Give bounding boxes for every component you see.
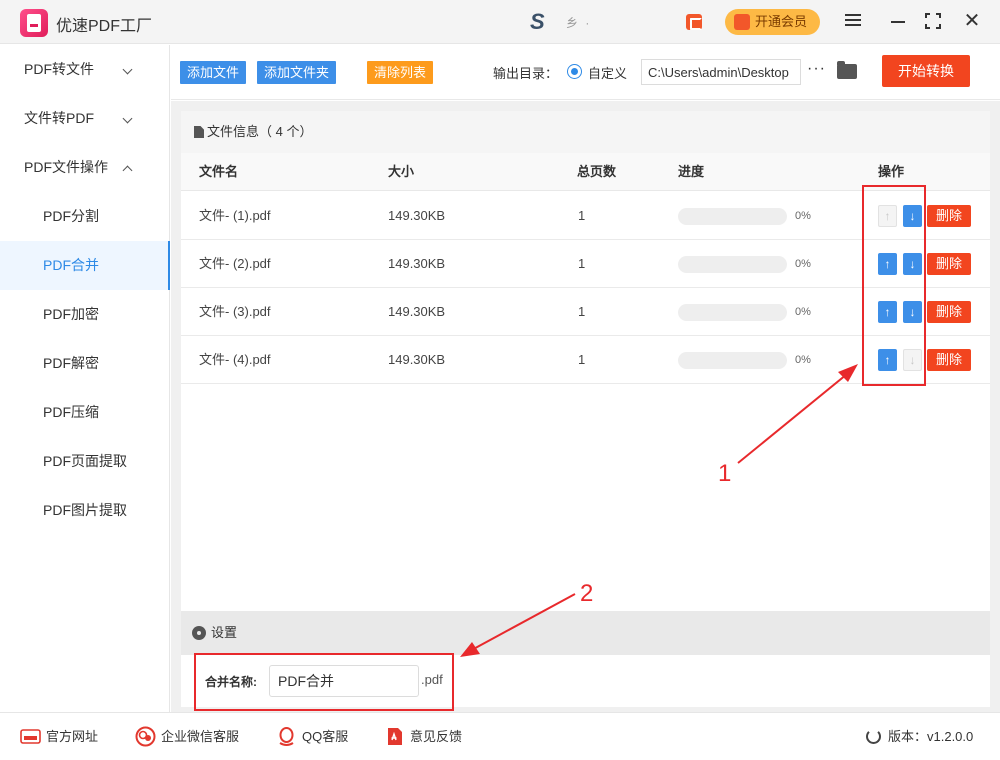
website-icon [20,729,41,744]
column-header-name: 文件名 [199,164,239,179]
file-size: 149.30KB [388,208,446,223]
column-header-pages: 总页数 [577,164,617,179]
vip-button-label: 开通会员 [755,14,808,29]
qq-icon [279,727,294,746]
footer-link-label: QQ客服 [302,729,349,744]
sidebar-group-pdf-operations[interactable]: PDF文件操作 [0,143,170,192]
sidebar-item-pdf-split[interactable]: PDF分割 [0,192,170,241]
file-size: 149.30KB [388,256,446,271]
footer-link-qq[interactable]: QQ客服 [276,713,348,760]
progress-text: 0% [795,354,811,366]
vip-badge-icon[interactable] [686,14,702,30]
progress-bar [678,352,787,369]
delete-button[interactable]: 删除 [927,253,971,275]
progress-text: 0% [795,258,811,270]
feedback-icon [388,728,402,745]
refresh-icon[interactable] [866,729,881,744]
file-pages: 1 [578,352,586,367]
file-name: 文件- (3).pdf [199,304,271,319]
more-options-icon[interactable]: ··· [807,60,826,78]
maximize-icon[interactable] [923,11,943,31]
annotation-number-2: 2 [580,580,594,607]
close-icon[interactable]: ✕ [962,11,982,31]
menu-icon[interactable] [843,11,863,31]
file-name: 文件- (4).pdf [199,352,271,367]
sidebar-item-pdf-page-extract[interactable]: PDF页面提取 [0,437,170,486]
file-size: 149.30KB [388,304,446,319]
output-path-input[interactable] [641,59,801,85]
progress-bar [678,208,787,225]
add-file-button[interactable]: 添加文件 [180,61,247,84]
vip-crown-icon [734,14,750,30]
sidebar-item-pdf-decrypt[interactable]: PDF解密 [0,339,170,388]
sidebar-group-pdf-to-file[interactable]: PDF转文件 [0,45,170,94]
progress-bar [678,304,787,321]
progress-text: 0% [795,210,811,222]
minimize-icon[interactable] [888,11,908,31]
add-folder-button[interactable]: 添加文件夹 [257,61,337,84]
file-name: 文件- (1).pdf [199,208,271,223]
user-name[interactable]: 乡 · [566,14,591,31]
footer-link-label: 企业微信客服 [161,729,240,744]
footer-link-label: 意见反馈 [410,729,463,744]
sidebar-group-label: PDF转文件 [24,61,94,77]
gear-icon [192,626,206,640]
annotation-box-2 [194,653,454,711]
file-pages: 1 [578,304,586,319]
footer-link-feedback[interactable]: 意见反馈 [384,713,462,760]
wechat-service-icon [135,726,156,747]
footer-link-label: 官方网址 [46,729,99,744]
file-pages: 1 [578,208,586,223]
sidebar-item-pdf-compress[interactable]: PDF压缩 [0,388,170,437]
custom-radio-label[interactable]: 自定义 [588,63,627,82]
sidebar-group-label: PDF文件操作 [24,159,108,175]
user-avatar-icon[interactable]: S [530,11,545,33]
progress-text: 0% [795,306,811,318]
sidebar-item-pdf-merge[interactable]: PDF合并 [0,241,170,290]
vip-button[interactable]: 开通会员 [725,9,820,35]
footer: 官方网址 企业微信客服 QQ客服 意见反馈 版本：v1.2.0.0 [0,712,1000,760]
app-logo-icon [20,9,48,37]
output-dir-label: 输出目录： [493,66,559,81]
annotation-box-1 [862,185,926,386]
start-convert-button[interactable]: 开始转换 [882,55,970,87]
progress-bar [678,256,787,273]
chevron-down-icon [122,113,133,124]
custom-radio[interactable] [567,64,582,79]
file-name: 文件- (2).pdf [199,256,271,271]
sidebar-group-file-to-pdf[interactable]: 文件转PDF [0,94,170,143]
settings-header: 设置 [181,611,990,655]
app-title: 优速PDF工厂 [56,18,153,35]
settings-title: 设置 [211,625,238,640]
file-panel-title: 文件信息（ 4 个） [207,124,313,139]
title-bar: 优速PDF工厂 S 乡 · 开通会员 ✕ [0,0,1000,44]
folder-icon[interactable] [837,61,857,79]
footer-link-wechat[interactable]: 企业微信客服 [135,713,239,760]
delete-button[interactable]: 删除 [927,349,971,371]
column-header-progress: 进度 [678,164,705,179]
chevron-down-icon [122,64,133,75]
file-panel-header: 文件信息（ 4 个） [181,111,990,153]
document-icon [194,126,204,138]
version-label: 版本：v1.2.0.0 [888,729,974,744]
clear-list-button[interactable]: 清除列表 [367,61,434,84]
sidebar-item-pdf-image-extract[interactable]: PDF图片提取 [0,486,170,535]
delete-button[interactable]: 删除 [927,205,971,227]
toolbar: 添加文件 添加文件夹 清除列表 输出目录： 自定义 ··· 开始转换 [171,45,1000,100]
chevron-up-icon [122,165,133,176]
column-header-size: 大小 [388,164,415,179]
file-pages: 1 [578,256,586,271]
footer-link-website[interactable]: 官方网址 [20,713,98,760]
file-size: 149.30KB [388,352,446,367]
sidebar-item-pdf-encrypt[interactable]: PDF加密 [0,290,170,339]
sidebar-group-label: 文件转PDF [24,110,94,126]
delete-button[interactable]: 删除 [927,301,971,323]
annotation-number-1: 1 [718,460,732,487]
sidebar: PDF转文件 文件转PDF PDF文件操作 PDF分割 PDF合并 PDF加密 … [0,45,170,712]
version-info: 版本：v1.2.0.0 [866,713,973,760]
